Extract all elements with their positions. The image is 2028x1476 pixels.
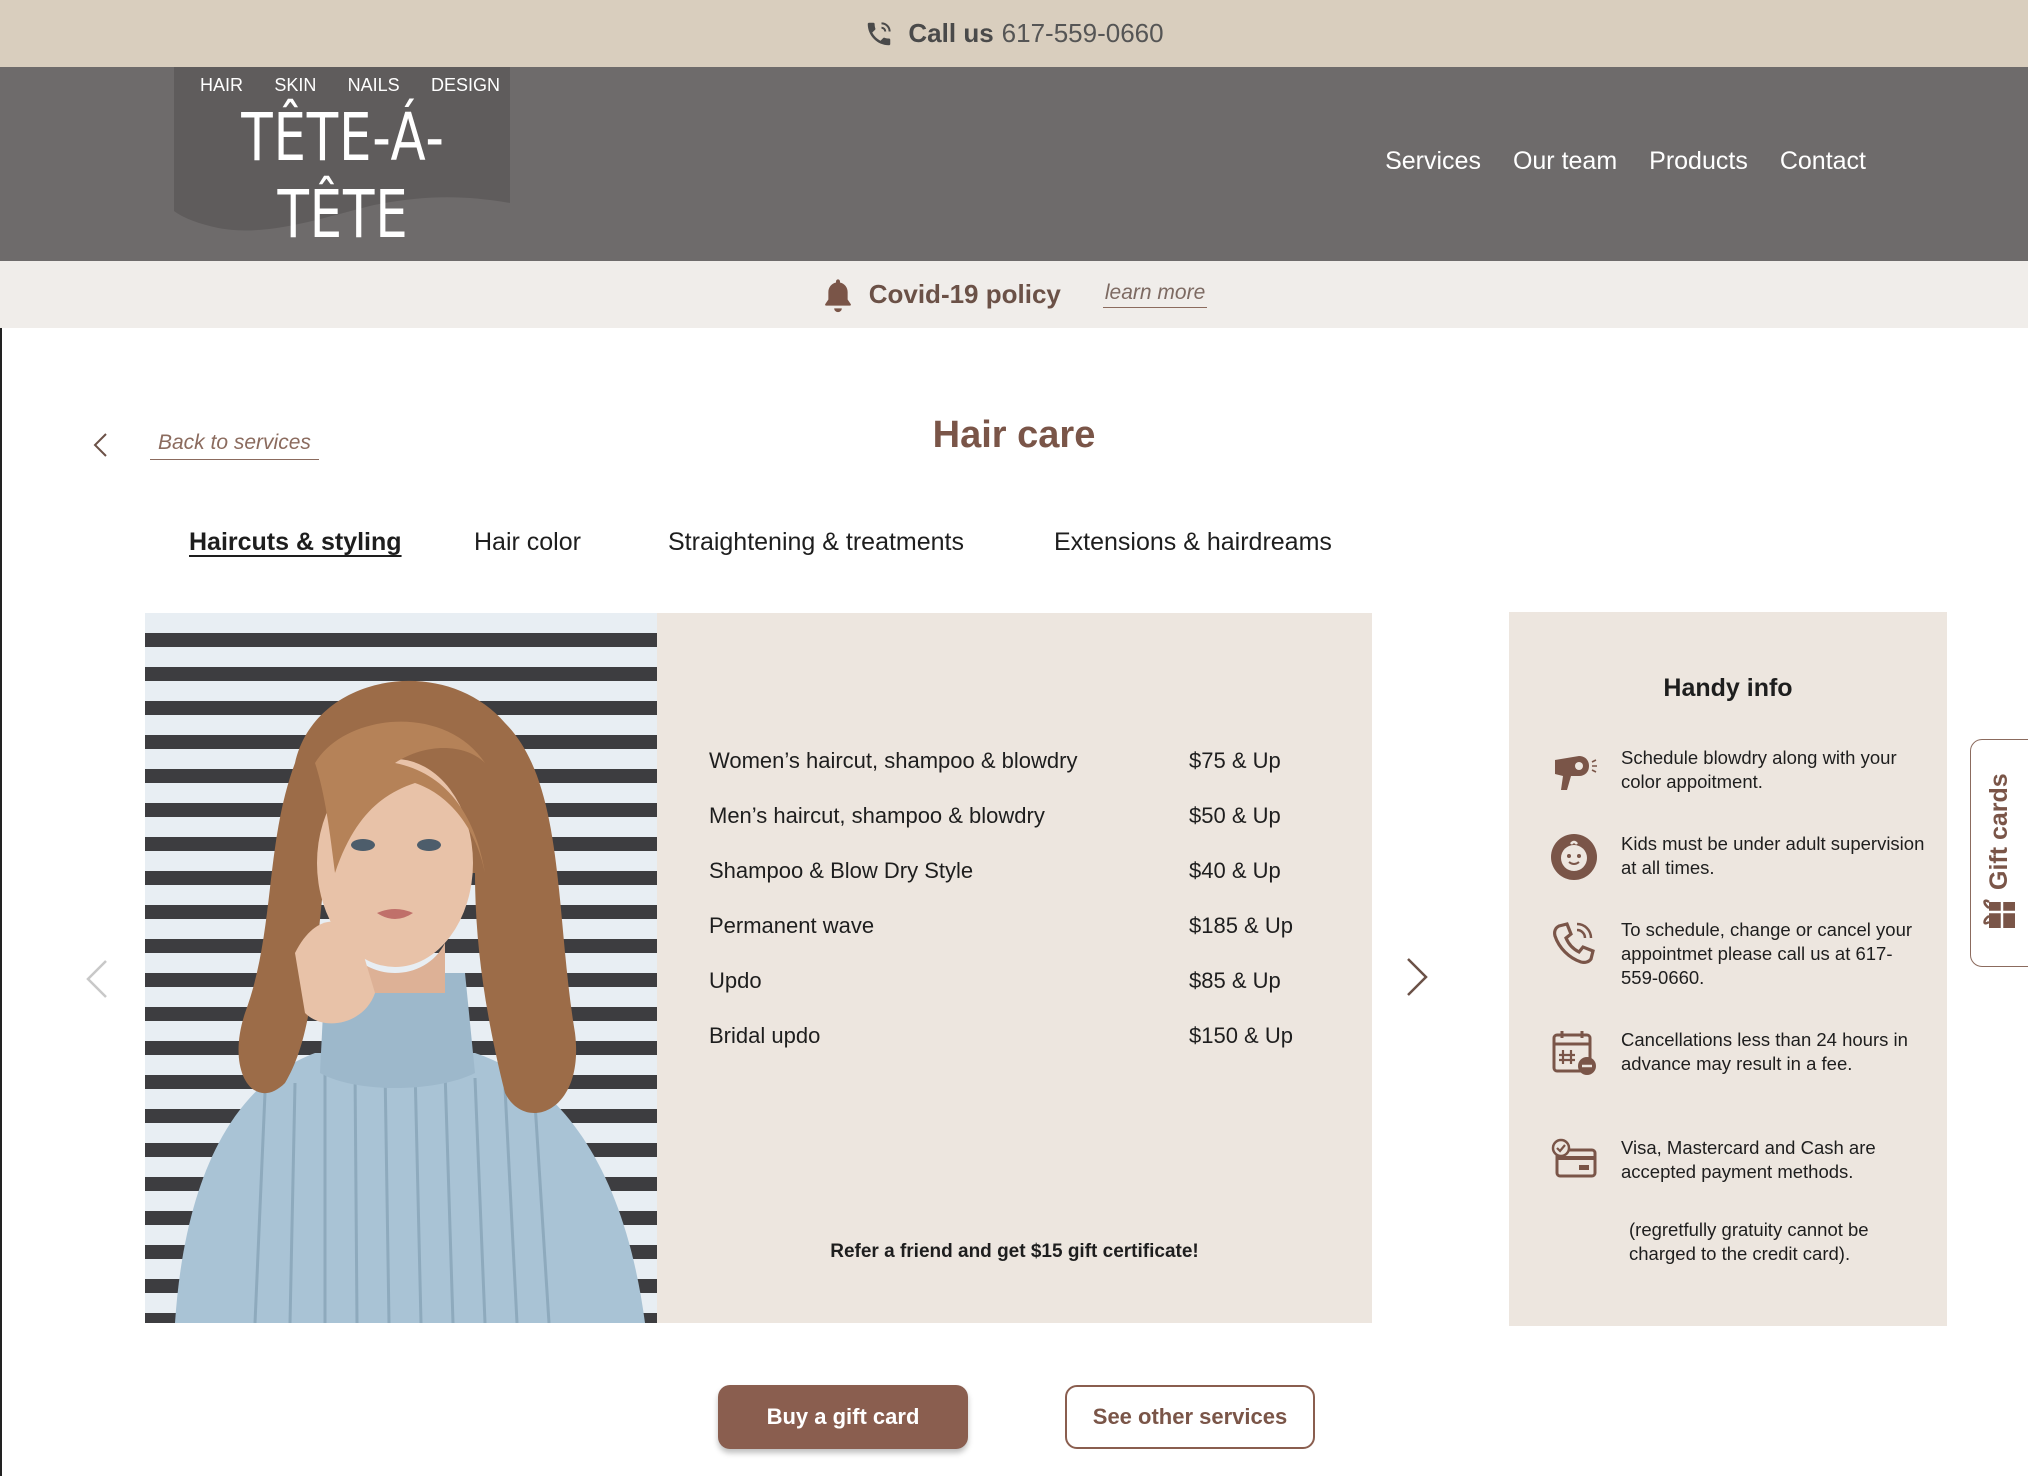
price-row: Bridal updo $150 & Up — [709, 1023, 1309, 1078]
call-phone-number[interactable]: 617-559-0660 — [1002, 18, 1164, 49]
price-row: Shampoo & Blow Dry Style $40 & Up — [709, 858, 1309, 913]
price-row: Updo $85 & Up — [709, 968, 1309, 1023]
call-bar: Call us 617-559-0660 — [0, 0, 2028, 67]
service-price: $75 & Up — [1189, 748, 1281, 773]
service-card: Women’s haircut, shampoo & blowdry $75 &… — [145, 613, 1372, 1323]
service-price: $50 & Up — [1189, 803, 1281, 828]
nav-item-products[interactable]: Products — [1649, 147, 1748, 176]
info-text: Schedule blowdry along with your color a… — [1621, 747, 1897, 792]
logo-wordmark: TÊTE-Á-TÊTE — [241, 99, 445, 253]
site-header: HAIR SKIN NAILS DESIGN TÊTE-Á-TÊTE Servi… — [0, 67, 2028, 261]
logo-tagline: HAIR SKIN NAILS DESIGN — [200, 75, 500, 96]
service-price: $40 & Up — [1189, 858, 1281, 883]
service-name: Permanent wave — [709, 913, 875, 938]
referral-promo: Refer a friend and get $15 gift certific… — [830, 1241, 1199, 1262]
handy-info-panel: Handy info Schedule blowdry along with y… — [1509, 612, 1947, 1326]
buy-gift-card-button[interactable]: Buy a gift card — [718, 1385, 968, 1449]
nav-item-our-team[interactable]: Our team — [1513, 147, 1617, 176]
tagline-hair: HAIR — [200, 75, 244, 95]
info-item: Visa, Mastercard and Cash are accepted p… — [1549, 1136, 1929, 1186]
phone-icon — [868, 21, 892, 45]
credit-card-icon — [1551, 1138, 1597, 1178]
info-text: Visa, Mastercard and Cash are accepted p… — [1621, 1137, 1876, 1182]
tab-extensions-hairdreams[interactable]: Extensions & hairdreams — [1054, 528, 1332, 557]
bell-icon — [824, 278, 851, 312]
call-label: Call us — [908, 18, 994, 48]
model-illustration — [175, 680, 645, 1323]
calendar-cancel-icon — [1552, 1031, 1596, 1075]
gratuity-note: (regretfully gratuity cannot be charged … — [1629, 1219, 1869, 1264]
service-name: Bridal updo — [709, 1023, 821, 1048]
price-list: Women’s haircut, shampoo & blowdry $75 &… — [709, 748, 1309, 1078]
price-row: Permanent wave $185 & Up — [709, 913, 1309, 968]
page-title: Hair care — [932, 414, 1096, 456]
info-item: To schedule, change or cancel your appoi… — [1549, 918, 1929, 990]
covid-banner: Covid-19 policy learn more — [0, 261, 2028, 328]
gift-cards-side-tab[interactable]: Gift cards — [1970, 739, 2028, 967]
phone-icon — [1553, 922, 1595, 964]
service-price: $185 & Up — [1189, 913, 1293, 938]
gift-cards-label: Gift cards — [1985, 773, 2013, 890]
main-nav: Services Our team Products Contact — [1385, 147, 1866, 176]
brand-logo[interactable]: HAIR SKIN NAILS DESIGN TÊTE-Á-TÊTE — [174, 67, 510, 253]
tab-hair-color[interactable]: Hair color — [474, 528, 581, 557]
hair-dryer-icon — [1555, 756, 1597, 790]
child-face-icon — [1551, 834, 1597, 880]
tab-haircuts-styling[interactable]: Haircuts & styling — [189, 528, 402, 557]
tab-straightening-treatments[interactable]: Straightening & treatments — [668, 528, 964, 557]
tagline-nails: NAILS — [347, 75, 400, 95]
tagline-skin: SKIN — [274, 75, 317, 95]
info-item: Cancellations less than 24 hours in adva… — [1549, 1028, 1929, 1078]
see-other-services-button[interactable]: See other services — [1065, 1385, 1315, 1449]
covid-policy-title: Covid-19 policy — [868, 279, 1061, 309]
nav-item-services[interactable]: Services — [1385, 147, 1481, 176]
nav-item-contact[interactable]: Contact — [1780, 147, 1866, 176]
price-row: Men’s haircut, shampoo & blowdry $50 & U… — [709, 803, 1309, 858]
service-name: Women’s haircut, shampoo & blowdry — [709, 748, 1078, 773]
service-name: Men’s haircut, shampoo & blowdry — [709, 803, 1045, 828]
service-price: $85 & Up — [1189, 968, 1281, 993]
info-text: Cancellations less than 24 hours in adva… — [1621, 1029, 1908, 1074]
info-text: To schedule, change or cancel your appoi… — [1621, 919, 1913, 988]
service-name: Shampoo & Blow Dry Style — [709, 858, 974, 883]
price-row: Women’s haircut, shampoo & blowdry $75 &… — [709, 748, 1309, 803]
carousel-prev-icon[interactable] — [84, 958, 110, 1000]
handy-info-title: Handy info — [1663, 674, 1793, 702]
service-name: Updo — [709, 968, 762, 993]
info-text: Kids must be under adult supervision at … — [1621, 833, 1925, 878]
service-price: $150 & Up — [1189, 1023, 1293, 1048]
gift-icon — [1983, 899, 2015, 928]
info-item: Schedule blowdry along with your color a… — [1549, 746, 1929, 796]
info-item: Kids must be under adult supervision at … — [1549, 832, 1929, 882]
model-photo — [145, 613, 657, 1323]
carousel-next-icon[interactable] — [1404, 956, 1430, 998]
learn-more-link[interactable]: learn more — [1102, 281, 1208, 308]
tagline-design: DESIGN — [430, 75, 500, 95]
